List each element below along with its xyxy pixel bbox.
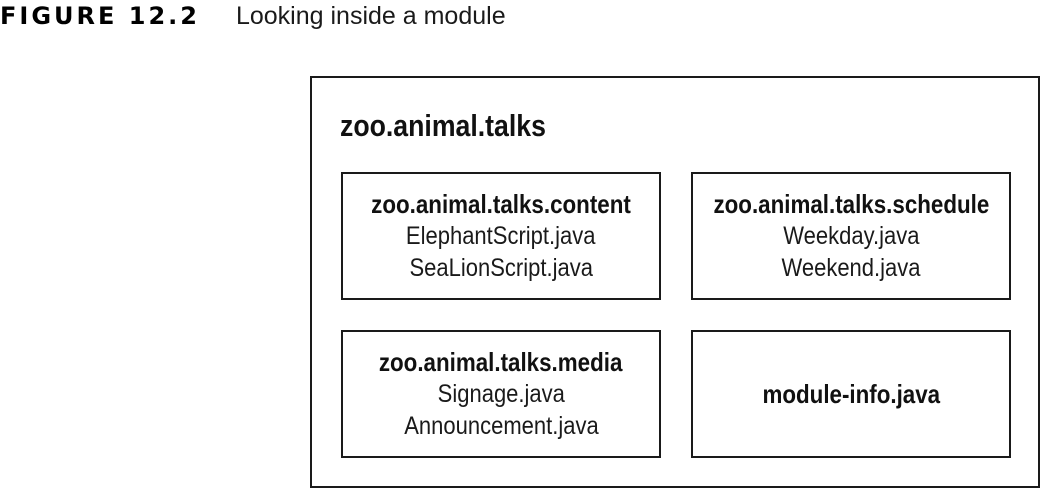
module-box: zoo.animal.talks zoo.animal.talks.conten… — [310, 76, 1040, 488]
figure-title: Looking inside a module — [235, 1, 506, 30]
package-file: SeaLionScript.java — [409, 254, 593, 282]
package-file: Signage.java — [437, 380, 565, 408]
package-box-content: zoo.animal.talks.content ElephantScript.… — [341, 172, 661, 300]
package-box-media: zoo.animal.talks.media Signage.java Anno… — [341, 330, 661, 458]
package-name: zoo.animal.talks.media — [379, 347, 623, 377]
package-name: zoo.animal.talks.content — [371, 189, 631, 219]
package-file: Weekend.java — [781, 254, 921, 282]
module-info-name: module-info.java — [762, 379, 940, 409]
package-file: Weekday.java — [782, 222, 920, 250]
figure-label: FIGURE 12.2 — [0, 2, 200, 30]
package-file: Announcement.java — [403, 412, 599, 440]
module-info-box: module-info.java — [691, 330, 1011, 458]
package-name: zoo.animal.talks.schedule — [713, 189, 989, 219]
package-file: ElephantScript.java — [406, 222, 596, 250]
figure-caption: FIGURE 12.2 Looking inside a module — [0, 0, 506, 32]
module-name: zoo.animal.talks — [340, 108, 546, 143]
package-box-schedule: zoo.animal.talks.schedule Weekday.java W… — [691, 172, 1011, 300]
